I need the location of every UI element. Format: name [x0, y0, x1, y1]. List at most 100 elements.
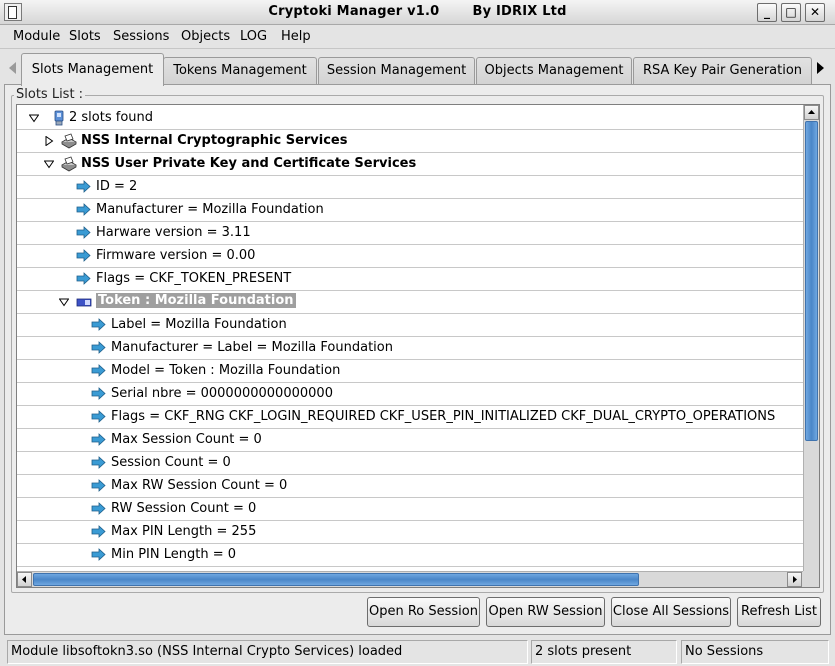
arrow-right-icon	[76, 202, 92, 218]
arrow-left-icon	[22, 576, 26, 583]
tab-tokens-management[interactable]: Tokens Management	[163, 57, 317, 85]
tree-row[interactable]: Min PIN Length = 0	[17, 544, 803, 567]
arrow-right-icon	[76, 248, 92, 264]
tree-row[interactable]: Serial nbre = 0000000000000000	[17, 383, 803, 406]
tree-row-label: Flags = CKF_TOKEN_PRESENT	[96, 271, 292, 286]
tree-row[interactable]: 2 slots found	[17, 107, 803, 130]
arrow-right-icon	[91, 478, 107, 494]
horizontal-scrollbar[interactable]	[17, 571, 803, 587]
tree-row-label: Max PIN Length = 255	[111, 524, 257, 539]
menu-sessions[interactable]: Sessions	[113, 29, 169, 44]
status-sessions: No Sessions	[681, 640, 829, 664]
slots-list-label: Slots List :	[14, 87, 86, 102]
tree-row[interactable]: Flags = CKF_TOKEN_PRESENT	[17, 268, 803, 291]
tree-row-label: Min PIN Length = 0	[111, 547, 236, 562]
tree-row[interactable]: Manufacturer = Mozilla Foundation	[17, 199, 803, 222]
status-bar: Module libsoftokn3.so (NSS Internal Cryp…	[0, 638, 835, 666]
window-title: Cryptoki Manager v1.0 By IDRIX Ltd	[268, 4, 567, 19]
tab-slots-management[interactable]: Slots Management	[21, 53, 164, 86]
scroll-corner	[803, 571, 819, 587]
tree-row[interactable]: Max PIN Length = 255	[17, 521, 803, 544]
tree-row-label: Token : Mozilla Foundation	[96, 293, 296, 308]
tree-row-label: Flags = CKF_RNG CKF_LOGIN_REQUIRED CKF_U…	[111, 409, 776, 424]
arrow-right-icon	[76, 271, 92, 287]
arrow-right-icon	[91, 363, 107, 379]
arrow-right-icon	[91, 501, 107, 517]
tree-row-label: Manufacturer = Mozilla Foundation	[96, 202, 324, 217]
horizontal-scroll-thumb[interactable]	[33, 573, 639, 586]
tree-row[interactable]: NSS User Private Key and Certificate Ser…	[17, 153, 803, 176]
maximize-button[interactable]: □	[781, 3, 801, 22]
card-reader-icon	[61, 133, 77, 149]
tree-row-label: Max RW Session Count = 0	[111, 478, 288, 493]
tree-row-label: Harware version = 3.11	[96, 225, 251, 240]
arrow-right-icon	[91, 386, 107, 402]
arrow-right-icon	[76, 179, 92, 195]
tree-row[interactable]: Manufacturer = Label = Mozilla Foundatio…	[17, 337, 803, 360]
tree-row[interactable]: Max RW Session Count = 0	[17, 475, 803, 498]
arrow-right-icon	[91, 547, 107, 563]
tree-row[interactable]: RW Session Count = 0	[17, 498, 803, 521]
token-icon	[76, 294, 92, 310]
menu-slots[interactable]: Slots	[69, 29, 101, 44]
tree-row-label: Model = Token : Mozilla Foundation	[111, 363, 341, 378]
scroll-left-button[interactable]	[17, 572, 32, 587]
tree-row-label: Max Session Count = 0	[111, 432, 262, 447]
tree-row-label: Manufacturer = Label = Mozilla Foundatio…	[111, 340, 393, 355]
arrow-right-icon	[91, 409, 107, 425]
close-all-sessions-button[interactable]: Close All Sessions	[611, 597, 731, 627]
tab-objects-management[interactable]: Objects Management	[476, 57, 632, 85]
status-slots: 2 slots present	[531, 640, 677, 664]
refresh-list-button[interactable]: Refresh List	[737, 597, 821, 627]
computer-icon	[51, 110, 67, 126]
arrow-right-icon	[91, 455, 107, 471]
tree-row[interactable]: Harware version = 3.11	[17, 222, 803, 245]
arrow-up-icon	[808, 110, 815, 114]
tree-row-label: 2 slots found	[69, 110, 154, 125]
arrow-right-icon	[793, 576, 797, 583]
arrow-right-icon	[91, 432, 107, 448]
menu-help[interactable]: Help	[281, 29, 311, 44]
vertical-scroll-thumb[interactable]	[805, 121, 818, 441]
tree-row[interactable]: Model = Token : Mozilla Foundation	[17, 360, 803, 383]
tree-collapse-toggle[interactable]	[59, 297, 69, 307]
open-ro-session-button[interactable]: Open Ro Session	[367, 597, 480, 627]
tab-session-management[interactable]: Session Management	[318, 57, 475, 85]
tree-row[interactable]: Token : Mozilla Foundation	[17, 291, 803, 314]
minimize-button[interactable]: _	[757, 3, 777, 22]
status-message: Module libsoftokn3.so (NSS Internal Cryp…	[7, 640, 528, 664]
arrow-right-icon	[91, 317, 107, 333]
tree-row[interactable]: Max Session Count = 0	[17, 429, 803, 452]
title-bar: Cryptoki Manager v1.0 By IDRIX Ltd _ □ ✕	[0, 0, 835, 25]
close-window-button[interactable]: ✕	[805, 3, 825, 22]
tab-rsa-key-pair-generation[interactable]: RSA Key Pair Generation	[633, 57, 812, 85]
tree-collapse-toggle[interactable]	[44, 159, 54, 169]
tree-row-label: Session Count = 0	[111, 455, 231, 470]
menu-log[interactable]: LOG	[240, 29, 267, 44]
tree-row-label: Firmware version = 0.00	[96, 248, 256, 263]
tree-row[interactable]: Firmware version = 0.00	[17, 245, 803, 268]
tree-row-label: NSS Internal Cryptographic Services	[81, 133, 348, 148]
slots-tree[interactable]: Min PIN Length = 0 Max PIN Length = 255 RW…	[16, 104, 820, 588]
tree-expand-toggle[interactable]	[44, 136, 54, 146]
tree-row-label: Serial nbre = 0000000000000000	[111, 386, 333, 401]
tree-row-label: Label = Mozilla Foundation	[111, 317, 287, 332]
arrow-right-icon	[91, 340, 107, 356]
tree-row[interactable]: NSS Internal Cryptographic Services	[17, 130, 803, 153]
tree-row[interactable]: Flags = CKF_RNG CKF_LOGIN_REQUIRED CKF_U…	[17, 406, 803, 429]
tree-collapse-toggle[interactable]	[29, 113, 39, 123]
tree-row[interactable]: Label = Mozilla Foundation	[17, 314, 803, 337]
tree-row-label: NSS User Private Key and Certificate Ser…	[81, 156, 417, 171]
tree-row-label: RW Session Count = 0	[111, 501, 257, 516]
tab-bar: Slots Management Tokens Management Sessi…	[0, 53, 835, 86]
vertical-scrollbar[interactable]	[803, 105, 819, 571]
menu-module[interactable]: Module	[13, 29, 60, 44]
scroll-up-button[interactable]	[804, 105, 819, 120]
menu-bar: Module Slots Sessions Objects LOG Help	[0, 25, 835, 49]
open-rw-session-button[interactable]: Open RW Session	[486, 597, 605, 627]
tree-row[interactable]: ID = 2	[17, 176, 803, 199]
tree-row[interactable]: Session Count = 0	[17, 452, 803, 475]
tree-row-label: ID = 2	[96, 179, 138, 194]
menu-objects[interactable]: Objects	[181, 29, 230, 44]
scroll-right-button[interactable]	[787, 572, 802, 587]
